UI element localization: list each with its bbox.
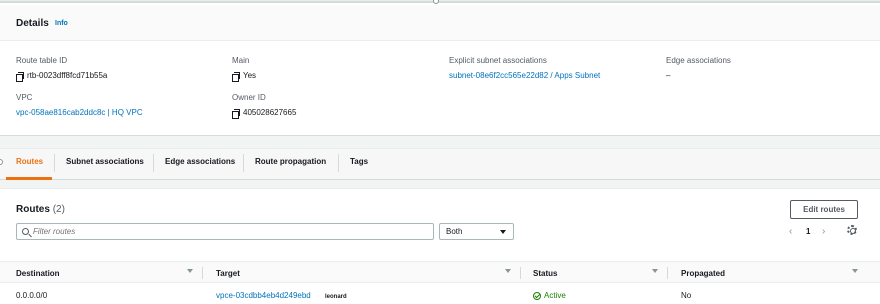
owner-id-value: 405028627665 — [232, 108, 297, 119]
filter-routes-search[interactable] — [16, 223, 434, 240]
column-status[interactable]: Status — [533, 269, 557, 278]
sort-icon[interactable] — [187, 269, 193, 273]
route-filter-select[interactable]: Both — [439, 223, 514, 240]
active-tab-indicator — [6, 177, 52, 180]
chevron-down-icon — [500, 230, 506, 234]
owner-id-label: Owner ID — [232, 93, 266, 102]
main-value: Yes — [232, 71, 257, 82]
route-table-id-text: rtb-0023dff8fcd71b55a — [27, 71, 108, 80]
resize-handle[interactable] — [433, 0, 439, 4]
routes-panel: Routes (2) Edit routes Both ‹ 1 › Destin… — [0, 188, 880, 304]
chevron-right-icon[interactable]: › — [822, 226, 825, 237]
details-panel: Details Info Route table ID rtb-0023dff8… — [0, 0, 880, 136]
tab-divider — [243, 154, 244, 172]
field-owner-id: Owner ID 405028627665 — [232, 93, 297, 119]
tab-subnet-associations[interactable]: Subnet associations — [66, 157, 144, 166]
status-active-icon — [533, 291, 541, 300]
tab-tags[interactable]: Tags — [350, 157, 368, 166]
field-route-table-id: Route table ID rtb-0023dff8fcd71b55a — [16, 56, 108, 82]
main-text: Yes — [243, 71, 257, 80]
edge-associations-label: Edge associations — [666, 56, 731, 65]
vpc-label: VPC — [16, 93, 33, 102]
column-destination[interactable]: Destination — [16, 269, 60, 278]
copy-icon[interactable] — [232, 108, 240, 119]
row-target-note: leonard — [325, 294, 347, 300]
route-table-id-label: Route table ID — [16, 56, 68, 65]
row-target-link[interactable]: vpce-03cdbb4eb4d249ebd — [216, 291, 311, 300]
column-divider[interactable] — [667, 267, 668, 279]
chevron-left-icon[interactable]: ‹ — [789, 226, 792, 237]
tab-divider — [338, 154, 339, 172]
copy-icon[interactable] — [16, 71, 24, 82]
main-label: Main — [232, 56, 250, 65]
routes-count: (2) — [52, 204, 65, 215]
gear-icon[interactable] — [847, 225, 857, 235]
route-table-id-value: rtb-0023dff8fcd71b55a — [16, 71, 108, 82]
field-explicit-subnet: Explicit subnet associations subnet-08e6… — [449, 56, 600, 80]
vpc-link[interactable]: vpc-058ae816cab2ddc8c | HQ VPC — [16, 108, 143, 117]
edit-routes-button[interactable]: Edit routes — [790, 200, 858, 219]
owner-id-text: 405028627665 — [243, 108, 297, 117]
column-target[interactable]: Target — [216, 269, 240, 278]
row-destination: 0.0.0.0/0 — [16, 291, 48, 300]
route-filter-value: Both — [446, 227, 463, 236]
edge-associations-value: – — [666, 71, 671, 80]
details-header: Details Info — [0, 5, 880, 41]
column-propagated[interactable]: Propagated — [681, 269, 725, 278]
current-page[interactable]: 1 — [806, 227, 810, 236]
tab-bar: Routes Subnet associations Edge associat… — [0, 148, 880, 180]
routes-table-header: Destination Target Status Propagated — [0, 261, 880, 283]
tab-divider — [153, 154, 154, 172]
tab-edge-associations[interactable]: Edge associations — [165, 157, 235, 166]
top-divider — [0, 1, 880, 3]
tab-routes[interactable]: Routes — [16, 157, 43, 166]
row-propagated: No — [681, 291, 692, 300]
column-divider[interactable] — [520, 267, 521, 279]
search-icon — [22, 228, 29, 235]
sort-icon[interactable] — [652, 269, 658, 273]
routes-title: Routes (2) — [16, 204, 65, 215]
resize-handle[interactable] — [0, 159, 3, 165]
field-vpc: VPC vpc-058ae816cab2ddc8c | HQ VPC — [16, 93, 143, 117]
explicit-subnet-link[interactable]: subnet-08e6f2cc565e22d82 / Apps Subnet — [449, 71, 600, 80]
filter-routes-input[interactable] — [33, 227, 413, 236]
row-status-text: Active — [544, 291, 566, 300]
explicit-subnet-label: Explicit subnet associations — [449, 56, 547, 65]
tab-divider — [54, 154, 55, 172]
info-link[interactable]: Info — [55, 20, 68, 27]
details-title: Details — [16, 18, 49, 29]
copy-icon[interactable] — [232, 71, 240, 82]
sort-icon[interactable] — [852, 269, 858, 273]
field-main: Main Yes — [232, 56, 257, 82]
tab-route-propagation[interactable]: Route propagation — [255, 157, 326, 166]
row-status: Active — [533, 291, 566, 300]
routes-title-text: Routes — [16, 204, 50, 215]
sort-icon[interactable] — [505, 269, 511, 273]
field-edge-associations: Edge associations – — [666, 56, 731, 80]
column-divider[interactable] — [202, 267, 203, 279]
